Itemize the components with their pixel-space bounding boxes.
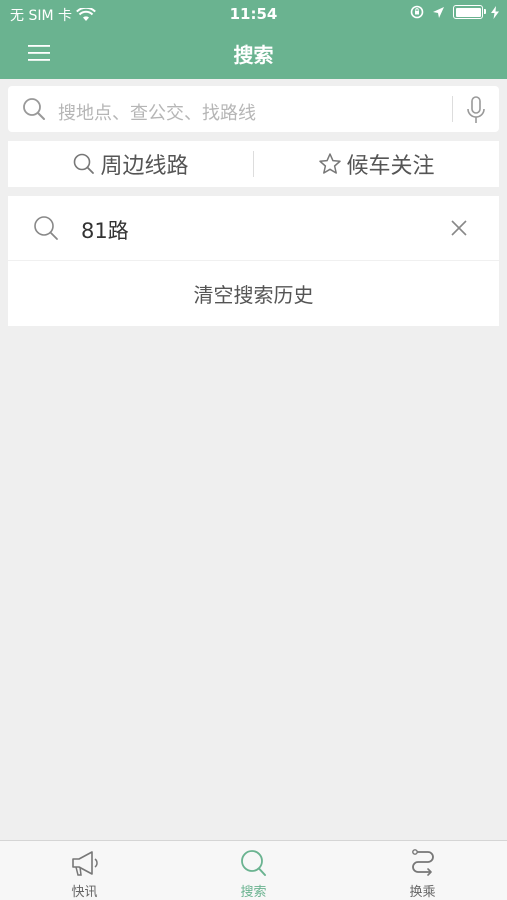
search-icon [22,97,46,121]
page-title: 搜索 [233,43,274,67]
route-icon [411,849,434,876]
battery-icon [453,5,486,19]
history-item[interactable]: 81路 [8,196,499,260]
location-arrow-icon [433,6,444,18]
status-right [410,5,499,19]
lock-rotation-icon [410,5,424,19]
app-header: 无 SIM 卡 11:54 搜索 [0,0,507,79]
search-box[interactable]: 搜地点、查公交、找路线 [8,86,499,132]
search-input[interactable]: 搜地点、查公交、找路线 [58,99,256,125]
tab-label: 候车关注 [346,154,435,179]
tabbar-item-transfer[interactable]: 换乘 [338,841,507,900]
clear-history-button[interactable]: 清空搜索历史 [8,261,499,326]
tabbar-label: 快讯 [71,885,98,900]
charging-icon [491,5,499,19]
nav-bar: 搜索 [0,27,507,79]
tabbar-label: 搜索 [240,885,267,900]
tab-waiting-watchlist[interactable]: 候车关注 [254,141,499,187]
battery-level [455,7,481,17]
quick-tabs: 周边线路 候车关注 [8,141,499,187]
search-icon [240,850,266,876]
voice-search-button[interactable] [463,95,489,125]
tabbar-label: 换乘 [409,885,436,900]
bottom-tab-bar: 快讯 搜索 换乘 [0,840,507,900]
tab-label: 周边线路 [100,154,189,179]
status-bar: 无 SIM 卡 11:54 [0,0,507,27]
search-divider [452,96,453,122]
tab-nearby-routes[interactable]: 周边线路 [8,141,253,187]
star-icon [319,153,342,174]
search-icon [74,153,95,174]
close-icon[interactable] [449,218,469,238]
megaphone-icon [71,851,98,876]
search-icon [34,216,58,240]
tabbar-item-news[interactable]: 快讯 [0,841,169,900]
history-item-label: 81路 [81,219,129,243]
search-history: 81路 清空搜索历史 [8,196,499,326]
microphone-icon [467,96,485,123]
tabbar-item-search[interactable]: 搜索 [169,841,338,900]
